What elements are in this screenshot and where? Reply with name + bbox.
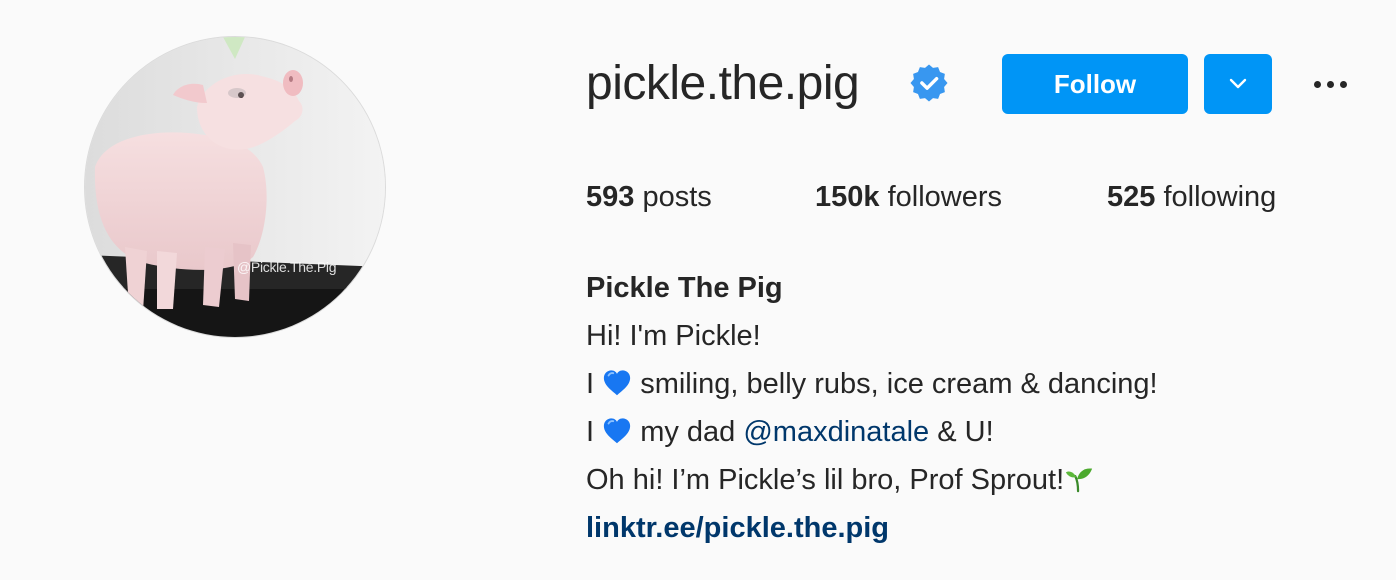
blue-heart-icon — [604, 370, 631, 396]
chevron-down-icon — [1229, 78, 1247, 89]
profile-username: pickle.the.pig — [586, 57, 860, 110]
following-stat[interactable]: 525 following — [1107, 178, 1276, 216]
bio-line-3-text: my dad — [640, 416, 736, 448]
bio-line-2-text: smiling, belly rubs, ice cream & dancing… — [640, 368, 1158, 400]
profile-avatar[interactable]: @Pickle.The.Pig — [84, 36, 386, 338]
suggested-accounts-button[interactable] — [1204, 54, 1272, 114]
following-label: following — [1163, 181, 1277, 213]
pig-photo-image — [85, 37, 385, 337]
follow-button[interactable]: Follow — [1002, 54, 1188, 114]
bio-line-3: I my dad @maxdinatale & U! — [586, 408, 1158, 456]
more-horizontal-icon-dot — [1326, 80, 1334, 88]
blue-heart-icon — [604, 418, 631, 444]
bio-line-2: I smiling, belly rubs, ice cream & danci… — [586, 360, 1158, 408]
seedling-icon — [1066, 468, 1093, 493]
bio-line-3-suffix: & U! — [937, 416, 994, 448]
profile-full-name: Pickle The Pig — [586, 272, 783, 304]
profile-bio: Pickle The Pig Hi! I'm Pickle! I smiling… — [586, 264, 1158, 552]
more-horizontal-icon-dot — [1339, 80, 1347, 88]
followers-stat[interactable]: 150k followers — [815, 178, 1002, 216]
verified-badge-icon — [910, 64, 948, 102]
bio-line-2-prefix: I — [586, 368, 595, 400]
mention-link[interactable]: @maxdinatale — [743, 416, 929, 448]
followers-count: 150k — [815, 181, 880, 213]
profile-page: @Pickle.The.Pig pickle.the.pig Follow 59… — [0, 0, 1396, 580]
bio-line-4: Oh hi! I’m Pickle’s lil bro, Prof Sprout… — [586, 456, 1158, 504]
posts-label: posts — [642, 181, 712, 213]
following-count: 525 — [1107, 181, 1156, 213]
bio-line-1: Hi! I'm Pickle! — [586, 320, 761, 352]
bio-line-4-text: Oh hi! I’m Pickle’s lil bro, Prof Sprout… — [586, 464, 1065, 496]
more-horizontal-icon — [1313, 80, 1321, 88]
avatar-watermark: @Pickle.The.Pig — [237, 259, 337, 275]
posts-count: 593 — [586, 181, 635, 213]
more-options-button[interactable] — [1302, 62, 1358, 106]
external-link[interactable]: linktr.ee/pickle.the.pig — [586, 504, 1158, 552]
followers-label: followers — [887, 181, 1003, 213]
bio-line-3-prefix: I — [586, 416, 595, 448]
posts-stat[interactable]: 593 posts — [586, 178, 712, 216]
